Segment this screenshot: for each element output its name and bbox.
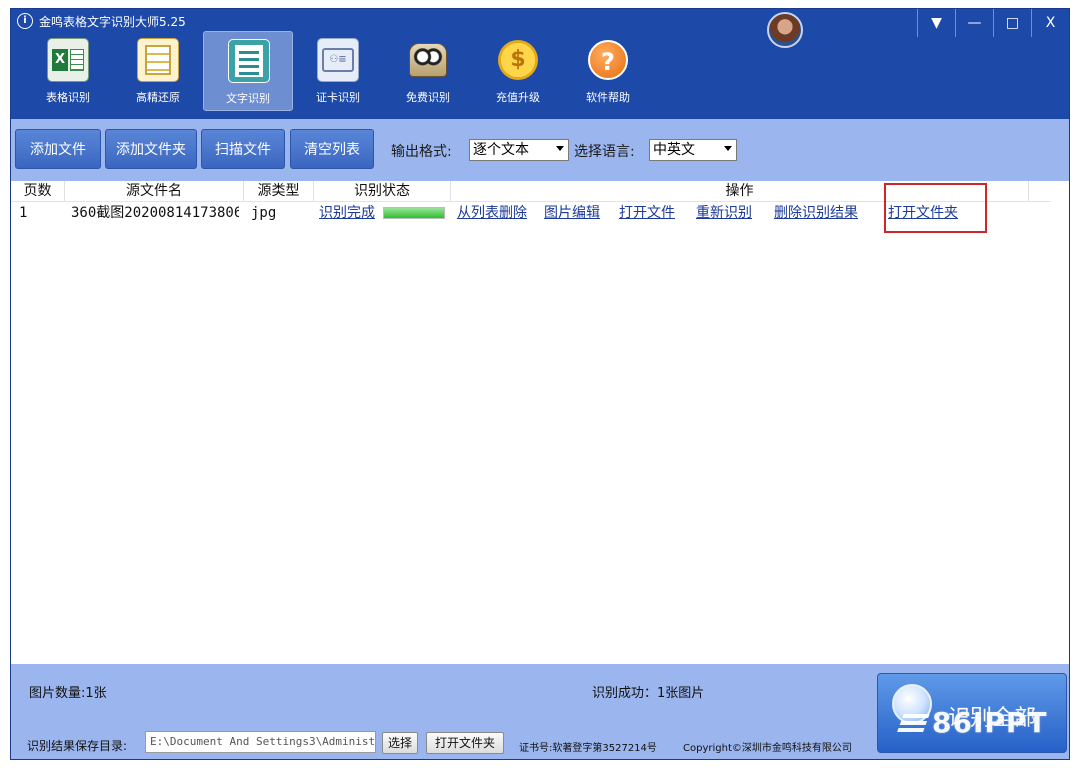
success-status: 识别成功：1张图片 [592, 686, 705, 701]
maximize-button[interactable]: □ [993, 9, 1031, 37]
cell-type: jpg [251, 205, 277, 221]
open-folder-button[interactable]: 打开文件夹 [426, 732, 504, 754]
output-format-select[interactable]: 逐个文本 [469, 139, 569, 161]
save-dir-input[interactable]: E:\Document And Settings3\Administrator [145, 731, 376, 753]
choose-dir-button[interactable]: 选择 [382, 732, 418, 754]
layers-icon [896, 714, 930, 734]
status-link[interactable]: 识别完成 [319, 204, 375, 222]
tool-label: 免费识别 [406, 91, 450, 104]
action-bar: 添加文件 添加文件夹 扫描文件 清空列表 输出格式: 逐个文本 选择语言: 中英… [11, 119, 1069, 181]
watermark-logo: 86IPPT [896, 706, 1048, 739]
owl-book-icon [407, 38, 449, 82]
progress-fill [384, 208, 444, 218]
copyright: Copyright©深圳市金鸣科技有限公司 [683, 743, 852, 754]
file-list-grid: 页数 源文件名 源类型 识别状态 操作 1 360截图2020081417380… [11, 181, 1069, 664]
tool-id-card[interactable]: ⚇≡ 证卡识别 [293, 31, 383, 111]
tool-label: 证卡识别 [316, 91, 360, 104]
excel-icon: X [47, 38, 89, 82]
cell-filename: 360截图20200814173806 [71, 205, 239, 221]
tool-label: 软件帮助 [586, 91, 630, 104]
main-toolbar: X 表格识别 高精还原 文字识别 ⚇≡ 证卡识别 免费识别 $ 充值升级 ? 软… [23, 31, 653, 111]
window-title: 金鸣表格文字识别大师5.25 [39, 15, 186, 29]
hd-restore-icon [137, 38, 179, 82]
col-header-page: 页数 [11, 181, 65, 201]
tool-table-recognition[interactable]: X 表格识别 [23, 31, 113, 111]
cert-number: 证书号:软著登字第3527214号 [519, 743, 657, 754]
re-recognize-link[interactable]: 重新识别 [696, 204, 752, 222]
language-select[interactable]: 中英文 [649, 139, 737, 161]
text-doc-icon [228, 39, 270, 83]
app-logo-icon: i [17, 13, 33, 29]
tool-recharge[interactable]: $ 充值升级 [473, 31, 563, 111]
image-count: 图片数量:1张 [29, 686, 107, 701]
language-label: 选择语言: [574, 144, 635, 160]
cell-page: 1 [19, 205, 28, 221]
tool-hd-restore[interactable]: 高精还原 [113, 31, 203, 111]
user-avatar[interactable] [767, 12, 803, 48]
remove-from-list-link[interactable]: 从列表删除 [457, 204, 527, 222]
delete-result-link[interactable]: 删除识别结果 [774, 204, 858, 222]
clear-list-button[interactable]: 清空列表 [290, 129, 374, 169]
edit-image-link[interactable]: 图片编辑 [544, 204, 600, 222]
add-file-button[interactable]: 添加文件 [15, 129, 101, 169]
id-card-icon: ⚇≡ [317, 38, 359, 82]
col-header-filename: 源文件名 [65, 181, 244, 201]
tool-label: 文字识别 [226, 92, 270, 105]
scan-file-button[interactable]: 扫描文件 [201, 129, 285, 169]
output-format-label: 输出格式: [391, 144, 452, 160]
minimize-button[interactable]: — [955, 9, 993, 37]
tool-free-recognition[interactable]: 免费识别 [383, 31, 473, 111]
col-header-status: 识别状态 [314, 181, 451, 201]
output-format-value: 逐个文本 [473, 142, 529, 158]
save-dir-label: 识别结果保存目录: [27, 739, 128, 753]
window-controls: ▼ — □ X [917, 9, 1069, 37]
chevron-down-icon [724, 146, 732, 151]
close-button[interactable]: X [1031, 9, 1069, 37]
col-header-type: 源类型 [244, 181, 314, 201]
tool-text-recognition[interactable]: 文字识别 [203, 31, 293, 111]
app-window: i 金鸣表格文字识别大师5.25 ▼ — □ X X 表格识别 高精还原 文字识… [10, 8, 1070, 760]
dropdown-menu-button[interactable]: ▼ [917, 9, 955, 37]
header-band: i 金鸣表格文字识别大师5.25 ▼ — □ X X 表格识别 高精还原 文字识… [11, 9, 1069, 119]
watermark-text: 86IPPT [932, 706, 1048, 739]
help-icon: ? [587, 38, 629, 82]
coin-icon: $ [497, 38, 539, 82]
add-folder-button[interactable]: 添加文件夹 [105, 129, 197, 169]
chevron-down-icon [556, 146, 564, 151]
open-file-link[interactable]: 打开文件 [619, 204, 675, 222]
language-value: 中英文 [653, 142, 695, 158]
tool-label: 充值升级 [496, 91, 540, 104]
tool-label: 表格识别 [46, 91, 90, 104]
tool-label: 高精还原 [136, 91, 180, 104]
highlight-box [884, 183, 987, 233]
tool-help[interactable]: ? 软件帮助 [563, 31, 653, 111]
progress-bar [383, 207, 445, 219]
